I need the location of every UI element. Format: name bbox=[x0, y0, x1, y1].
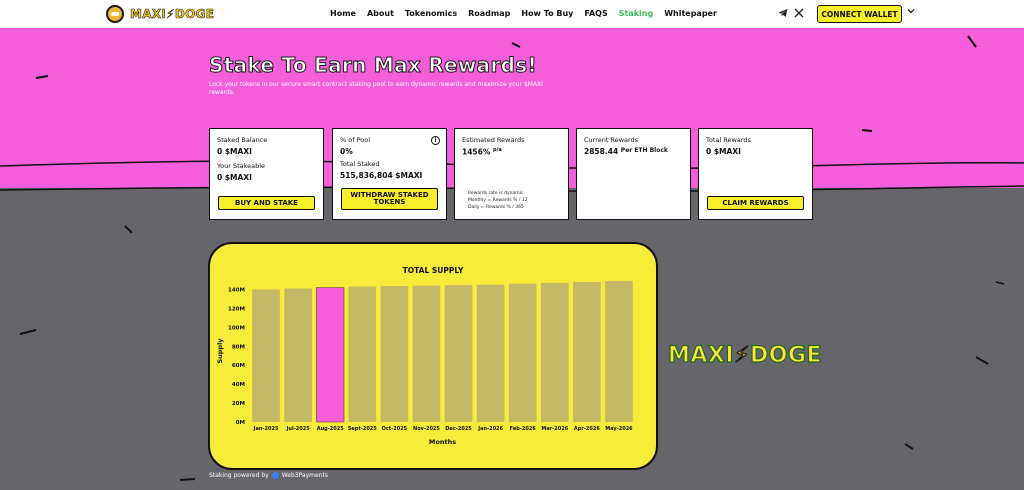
bar bbox=[476, 284, 505, 422]
staking-footer: Staking powered by Web3Payments bbox=[209, 472, 328, 479]
y-tick-label: 100M bbox=[228, 325, 245, 331]
bar bbox=[573, 281, 601, 422]
rewards-note-dynamic: Rewards rate is dynamic bbox=[468, 191, 524, 196]
x-tick-label: Oct-2025 bbox=[382, 426, 408, 432]
y-tick-label: 60M bbox=[232, 363, 245, 369]
nav-link-whitepaper[interactable]: Whitepaper bbox=[664, 9, 717, 18]
y-tick-label: 140M bbox=[228, 287, 245, 293]
bar bbox=[380, 286, 409, 422]
y-tick-label: 0M bbox=[236, 420, 245, 426]
bolt-icon: ⚡ bbox=[733, 342, 751, 368]
bolt-icon: ⚡ bbox=[166, 7, 175, 22]
x-tick-label: Dec-2025 bbox=[445, 426, 472, 432]
info-icon[interactable]: i bbox=[431, 136, 440, 145]
total-rewards-label: Total Rewards bbox=[706, 136, 751, 144]
web3payments-brand[interactable]: Web3Payments bbox=[282, 472, 328, 479]
total-supply-chart: TOTAL SUPPLY 0M 20M 40M 60M 80M 100M 120M 140M J… bbox=[208, 242, 658, 470]
nav-link-about[interactable]: About bbox=[367, 9, 394, 18]
x-axis-label: Months bbox=[429, 438, 456, 446]
connect-wallet-button[interactable]: CONNECT WALLET bbox=[817, 5, 902, 23]
current-rewards-value: 2858.44 Per ETH Block bbox=[584, 147, 668, 156]
estimated-rewards-card: Estimated Rewards 1456% p/a Rewards rate… bbox=[454, 128, 569, 220]
y-tick-label: 120M bbox=[228, 306, 245, 312]
telegram-icon[interactable] bbox=[778, 8, 788, 21]
nav-link-roadmap[interactable]: Roadmap bbox=[468, 9, 510, 18]
bar bbox=[284, 288, 312, 422]
bar bbox=[540, 282, 569, 422]
nav-link-tokenomics[interactable]: Tokenomics bbox=[405, 9, 457, 18]
per-annum-unit: p/a bbox=[493, 147, 502, 153]
hero-description: Lock your tokens in our secure smart con… bbox=[209, 81, 543, 96]
estimated-rewards-label: Estimated Rewards bbox=[462, 136, 525, 144]
rewards-note-daily: Daily = Rewards % / 365 bbox=[468, 205, 524, 210]
staking-powered-text: Staking powered by bbox=[209, 472, 269, 479]
bar bbox=[412, 285, 441, 422]
x-tick-label: Aug-2025 bbox=[317, 426, 345, 432]
y-tick-label: 40M bbox=[232, 382, 245, 388]
nav-links: Home About Tokenomics Roadmap How To Buy… bbox=[330, 9, 728, 18]
bar bbox=[316, 287, 345, 423]
y-tick-label: 20M bbox=[232, 401, 245, 407]
x-tick-label: Nov-2025 bbox=[413, 426, 440, 432]
withdraw-staked-button[interactable]: WITHDRAW STAKED TOKENS bbox=[341, 188, 438, 210]
y-tick-label: 80M bbox=[232, 344, 245, 350]
hero-title: Stake To Earn Max Rewards! bbox=[209, 53, 538, 78]
total-rewards-card: Total Rewards 0 $MAXI CLAIM REWARDS bbox=[698, 128, 813, 220]
bar bbox=[252, 289, 280, 422]
bar bbox=[348, 286, 377, 422]
logo-text: MAXI⚡DOGE bbox=[130, 7, 215, 22]
chart-plot: 0M 20M 40M 60M 80M 100M 120M 140M Jan-2025 Jul-20… bbox=[216, 280, 633, 446]
y-axis-label: Supply bbox=[216, 338, 224, 364]
pool-percent-value: 0% bbox=[340, 147, 353, 156]
nav-link-staking[interactable]: Staking bbox=[619, 9, 653, 18]
nav-link-home[interactable]: Home bbox=[330, 9, 356, 18]
chevron-down-icon[interactable] bbox=[907, 7, 915, 18]
x-tick-label: Jan-2026 bbox=[477, 426, 503, 432]
total-rewards-value: 0 $MAXI bbox=[706, 147, 741, 156]
current-rewards-card: Current Rewards 2858.44 Per ETH Block bbox=[576, 128, 691, 220]
bar bbox=[605, 280, 633, 422]
maxi-doge-logo: MAXI⚡DOGE bbox=[667, 342, 823, 368]
pool-card: % of Pool i 0% Total Staked 515,836,804 … bbox=[332, 128, 447, 220]
top-nav: MAXI⚡DOGE Home About Tokenomics Roadmap … bbox=[0, 0, 1024, 28]
staked-balance-card: Staked Balance 0 $MAXI Your Stakeable 0 … bbox=[209, 128, 324, 220]
doge-logo-icon bbox=[106, 5, 124, 23]
nav-link-how-to-buy[interactable]: How To Buy bbox=[521, 9, 573, 18]
buy-and-stake-button[interactable]: BUY AND STAKE bbox=[218, 196, 315, 210]
stakeable-value: 0 $MAXI bbox=[217, 173, 252, 182]
x-tick-label: Apr-2026 bbox=[574, 426, 600, 432]
x-tick-label: Sept-2025 bbox=[348, 426, 377, 432]
bar bbox=[444, 285, 473, 422]
withdraw-label-line2: TOKENS bbox=[373, 198, 406, 206]
total-staked-value: 515,836,804 $MAXI bbox=[340, 171, 423, 180]
x-tick-label: Mar-2026 bbox=[541, 426, 568, 432]
staked-balance-label: Staked Balance bbox=[217, 136, 268, 144]
x-tick-label: Jul-2025 bbox=[286, 426, 311, 432]
x-tick-label: May-2026 bbox=[605, 426, 633, 432]
x-tick-label: Feb-2026 bbox=[510, 426, 537, 432]
x-icon[interactable] bbox=[794, 8, 804, 21]
rewards-note-monthly: Monthly = Rewards % / 12 bbox=[468, 198, 528, 203]
staked-balance-value: 0 $MAXI bbox=[217, 147, 252, 156]
site-logo[interactable]: MAXI⚡DOGE bbox=[106, 4, 214, 24]
x-tick-label: Jan-2025 bbox=[253, 426, 279, 432]
pool-percent-label: % of Pool bbox=[340, 136, 371, 144]
claim-rewards-button[interactable]: CLAIM REWARDS bbox=[707, 196, 804, 210]
per-eth-block-unit: Per ETH Block bbox=[620, 147, 668, 154]
total-staked-label: Total Staked bbox=[340, 160, 380, 168]
web3payments-icon bbox=[271, 472, 279, 479]
estimated-rewards-value: 1456% p/a bbox=[462, 147, 502, 157]
current-rewards-label: Current Rewards bbox=[584, 136, 639, 144]
bar bbox=[508, 283, 537, 422]
stakeable-label: Your Stakeable bbox=[217, 162, 266, 170]
nav-link-faqs[interactable]: FAQS bbox=[584, 9, 607, 18]
